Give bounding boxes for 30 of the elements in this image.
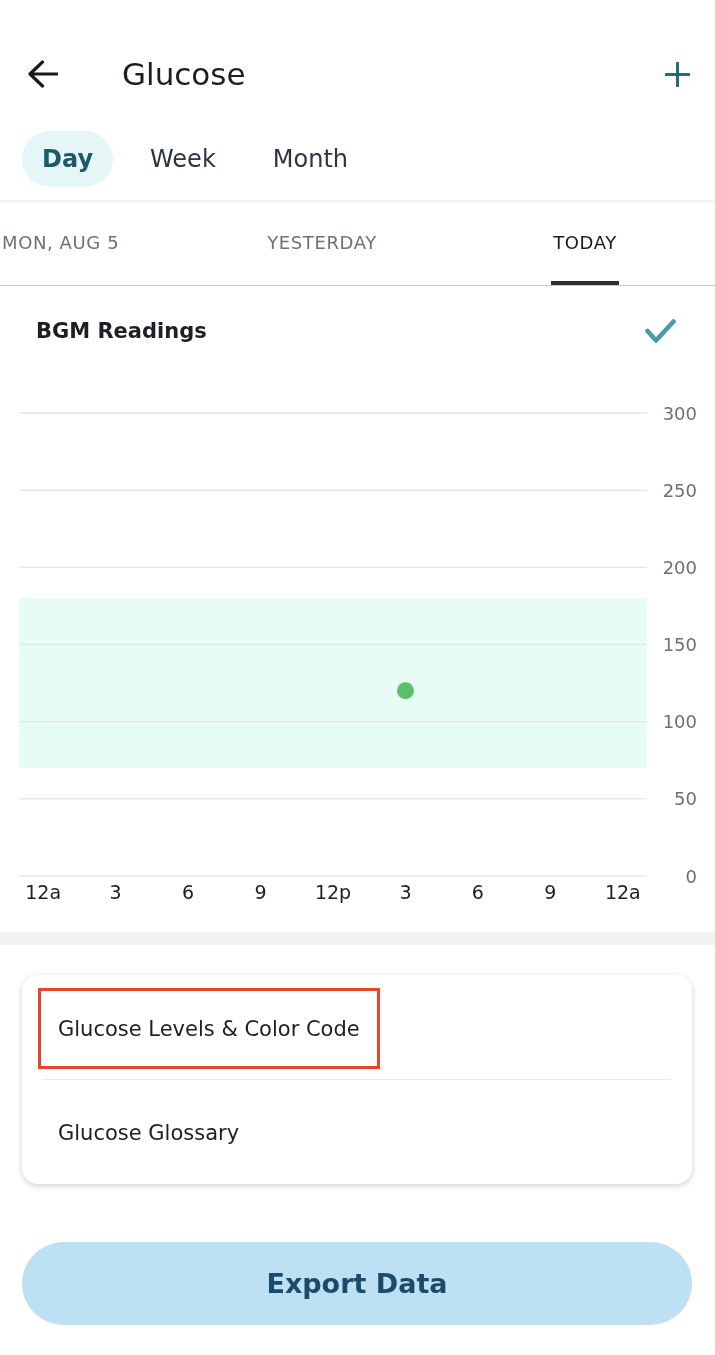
- x-axis-label: 3: [109, 881, 122, 903]
- period-tab[interactable]: Day: [22, 131, 114, 187]
- period-tab[interactable]: Month: [252, 131, 369, 187]
- x-axis-label: 9: [544, 881, 557, 903]
- export-button[interactable]: Export Data: [22, 1242, 692, 1325]
- checkmark-icon[interactable]: [645, 319, 676, 343]
- page-title: Glucose: [122, 56, 246, 92]
- date-tab[interactable]: YESTERDAY: [265, 200, 379, 285]
- date-tab[interactable]: MON, AUG 5: [0, 200, 122, 285]
- menu-item[interactable]: Glucose Glossary: [38, 1092, 260, 1173]
- y-axis-label: 250: [662, 479, 697, 501]
- section-title: BGM Readings: [36, 319, 207, 343]
- back-arrow-icon[interactable]: [28, 60, 58, 88]
- menu-item[interactable]: Glucose Levels & Color Code: [38, 988, 380, 1069]
- date-tab[interactable]: TODAY: [551, 200, 619, 285]
- y-axis-label: 200: [662, 556, 697, 578]
- x-axis-label: 12a: [25, 881, 62, 903]
- x-axis-label: 9: [254, 881, 267, 903]
- y-axis-label: 300: [662, 402, 697, 424]
- y-axis-label: 50: [674, 788, 697, 810]
- y-axis-label: 150: [662, 634, 697, 655]
- x-axis-label: 6: [471, 881, 484, 903]
- y-axis-label: 100: [662, 711, 697, 733]
- add-icon[interactable]: [665, 61, 690, 87]
- x-axis-label: 6: [182, 881, 195, 903]
- period-tab[interactable]: Week: [130, 131, 236, 187]
- x-axis-label: 3: [399, 881, 412, 903]
- x-axis-label: 12a: [604, 881, 641, 903]
- x-axis-label: 12p: [314, 881, 352, 903]
- y-axis-label: 0: [685, 865, 697, 887]
